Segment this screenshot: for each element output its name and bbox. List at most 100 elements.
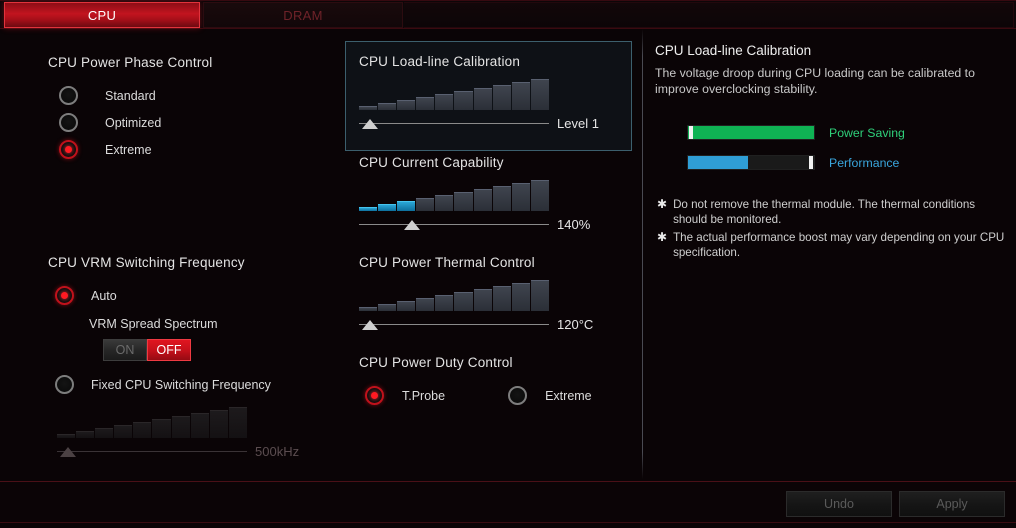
radio-row-fixed-frequency[interactable]: Fixed CPU Switching Frequency	[55, 375, 299, 394]
power-duty-options: T.Probe Extreme	[365, 386, 592, 405]
ramp-segment	[416, 97, 434, 110]
fixed-frequency-thumb[interactable]	[60, 447, 76, 457]
tab-bar: CPU DRAM	[0, 0, 1016, 29]
power-thermal-thumb[interactable]	[362, 320, 378, 330]
tab-cpu[interactable]: CPU	[4, 2, 200, 28]
current-capability-value: 140%	[557, 217, 590, 232]
ramp-segment	[512, 183, 530, 211]
track-line	[359, 324, 549, 325]
power-thermal-slider-block[interactable]: 120°C	[359, 281, 593, 334]
ramp-segment	[531, 79, 549, 110]
apply-button-label: Apply	[936, 497, 967, 511]
ramp-segment	[378, 304, 396, 311]
vrm-spread-spectrum-toggle[interactable]: ON OFF	[103, 339, 191, 361]
loadline-value: Level 1	[557, 116, 599, 131]
ramp-segment	[416, 198, 434, 211]
ramp-segment	[493, 286, 511, 311]
ramp-segment	[474, 289, 492, 311]
radio-duty-extreme-label: Extreme	[545, 389, 592, 403]
ramp-segment	[512, 82, 530, 110]
ramp-segment	[359, 207, 377, 211]
ramp-segment	[493, 85, 511, 110]
loadline-track[interactable]	[359, 114, 549, 132]
current-capability-slider-block[interactable]: 140%	[359, 181, 590, 234]
loadline-thumb[interactable]	[362, 119, 378, 129]
fixed-frequency-track-row[interactable]: 500kHz	[57, 441, 299, 461]
fixed-frequency-track[interactable]	[57, 442, 247, 460]
radio-row-optimized[interactable]: Optimized	[59, 113, 212, 132]
radio-extreme-label: Extreme	[105, 143, 152, 157]
radio-duty-extreme[interactable]	[508, 386, 527, 405]
fixed-frequency-ramp	[57, 408, 247, 438]
radio-fixed-frequency-label: Fixed CPU Switching Frequency	[91, 378, 271, 392]
ramp-segment	[512, 283, 530, 311]
ramp-segment	[454, 292, 472, 311]
panel-divider	[642, 29, 643, 479]
current-capability-ramp	[359, 181, 549, 211]
ramp-segment	[378, 204, 396, 211]
loadline-track-row[interactable]: Level 1	[359, 113, 599, 133]
ramp-segment	[531, 280, 549, 311]
meter-row-power-saving: Power Saving	[687, 125, 1003, 140]
current-capability-group: CPU Current Capability 140%	[359, 155, 590, 234]
loadline-slider-block[interactable]: Level 1	[359, 80, 599, 133]
cpu-vrm-frequency-group: CPU VRM Switching Frequency Auto VRM Spr…	[48, 255, 299, 461]
ramp-segment	[454, 91, 472, 110]
undo-button[interactable]: Undo	[786, 491, 892, 517]
current-capability-track-row[interactable]: 140%	[359, 214, 590, 234]
track-line	[359, 123, 549, 124]
current-capability-track[interactable]	[359, 215, 549, 233]
ramp-segment	[397, 100, 415, 110]
bios-overclocking-screen: CPU DRAM CPU Power Phase Control Standar…	[0, 0, 1016, 528]
power-duty-group: CPU Power Duty Control T.Probe Extreme	[359, 355, 592, 405]
ramp-segment	[191, 413, 209, 438]
radio-standard[interactable]	[59, 86, 78, 105]
tab-dram-label: DRAM	[283, 8, 322, 23]
radio-auto-label: Auto	[91, 289, 117, 303]
toggle-on-segment[interactable]: ON	[103, 339, 147, 361]
ramp-segment	[152, 419, 170, 438]
radio-auto[interactable]	[55, 286, 74, 305]
radio-row-duty-extreme[interactable]: Extreme	[508, 386, 592, 405]
radio-row-auto[interactable]: Auto	[55, 286, 299, 305]
apply-button[interactable]: Apply	[899, 491, 1005, 517]
current-capability-thumb[interactable]	[404, 220, 420, 230]
power-thermal-track[interactable]	[359, 315, 549, 333]
radio-extreme[interactable]	[59, 140, 78, 159]
ramp-segment	[416, 298, 434, 311]
fixed-frequency-slider-block[interactable]: 500kHz	[57, 408, 299, 461]
track-line	[359, 224, 549, 225]
info-panel-title: CPU Load-line Calibration	[655, 43, 1003, 58]
ramp-segment	[531, 180, 549, 211]
vrm-spread-spectrum-label: VRM Spread Spectrum	[89, 317, 299, 331]
note-item: ✱ Do not remove the thermal module. The …	[657, 197, 1005, 227]
cpu-vrm-frequency-title: CPU VRM Switching Frequency	[48, 255, 299, 270]
radio-row-standard[interactable]: Standard	[59, 86, 212, 105]
tab-dram[interactable]: DRAM	[203, 2, 403, 28]
power-thermal-value: 120°C	[557, 317, 593, 332]
info-notes: ✱ Do not remove the thermal module. The …	[657, 197, 1005, 260]
ramp-segment	[133, 422, 151, 438]
radio-row-extreme[interactable]: Extreme	[59, 140, 212, 159]
ramp-segment	[493, 186, 511, 211]
radio-optimized[interactable]	[59, 113, 78, 132]
radio-row-tprobe[interactable]: T.Probe	[365, 386, 445, 405]
meter-power-saving	[687, 125, 815, 140]
radio-optimized-label: Optimized	[105, 116, 161, 130]
radio-tprobe[interactable]	[365, 386, 384, 405]
toggle-off-segment[interactable]: OFF	[147, 339, 191, 361]
ramp-segment	[229, 407, 247, 438]
undo-button-label: Undo	[824, 497, 854, 511]
track-line	[57, 451, 247, 452]
ramp-segment	[95, 428, 113, 438]
note-text: The actual performance boost may vary de…	[673, 230, 1005, 260]
note-text: Do not remove the thermal module. The th…	[673, 197, 1005, 227]
ramp-segment	[210, 410, 228, 438]
power-thermal-title: CPU Power Thermal Control	[359, 255, 593, 270]
ramp-segment	[114, 425, 132, 438]
power-thermal-ramp	[359, 281, 549, 311]
power-thermal-track-row[interactable]: 120°C	[359, 314, 593, 334]
radio-fixed-frequency[interactable]	[55, 375, 74, 394]
tab-cpu-label: CPU	[88, 8, 116, 23]
ramp-segment	[435, 195, 453, 211]
